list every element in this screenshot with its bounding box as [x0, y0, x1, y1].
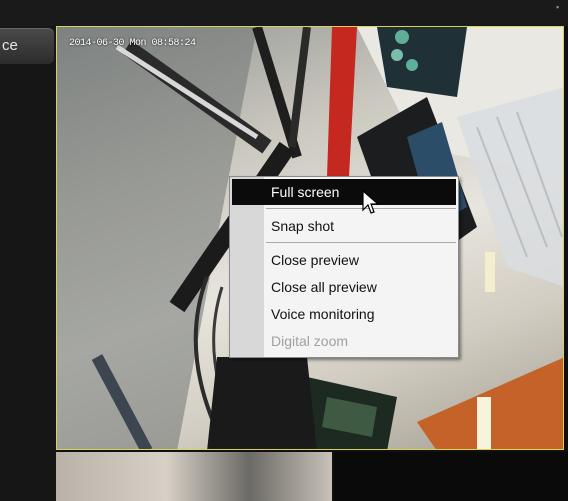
menu-item-close-all-preview[interactable]: Close all preview: [232, 274, 456, 300]
menu-item-voice-monitoring[interactable]: Voice monitoring: [232, 301, 456, 327]
left-panel: [0, 26, 56, 501]
empty-video-slot[interactable]: [334, 452, 568, 501]
menu-item-snap-shot[interactable]: Snap shot: [232, 213, 456, 239]
menu-item-close-preview[interactable]: Close preview: [232, 247, 456, 273]
top-toolbar-strip: [0, 0, 568, 26]
menu-item-full-screen[interactable]: Full screen: [232, 179, 456, 205]
menu-item-digital-zoom: Digital zoom: [271, 333, 349, 349]
menu-separator: [266, 208, 456, 209]
sidebar-tab-button[interactable]: ce: [0, 28, 54, 64]
arrow-cursor-icon: [362, 190, 380, 214]
corner-marker: ▪: [556, 2, 560, 12]
video-timestamp: 2014-06-30 Mon 08:58:24: [69, 38, 196, 49]
secondary-video-pane[interactable]: [56, 452, 332, 501]
menu-separator: [266, 242, 456, 243]
context-menu: Full screen Snap shot Close preview Clos…: [229, 176, 459, 358]
